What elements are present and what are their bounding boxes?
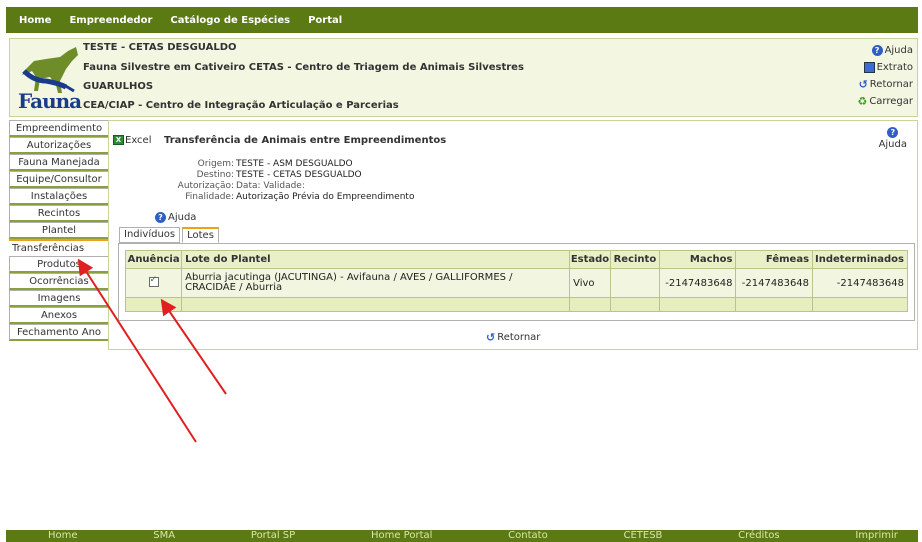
estado-cell: Vivo <box>569 268 611 298</box>
footer-nav: Home SMA Portal SP Home Portal Contato C… <box>6 530 918 542</box>
retornar-link[interactable]: ↺ Retornar <box>486 331 540 344</box>
header-extrato-link[interactable]: Extrato <box>857 59 913 76</box>
fauna-logo: Fauna <box>16 41 82 115</box>
help-icon: ? <box>155 212 166 223</box>
menu-recintos[interactable]: Recintos <box>9 205 109 222</box>
extrato-label: Extrato <box>876 62 913 73</box>
menu-plantel[interactable]: Plantel <box>9 222 109 239</box>
origem-label: Origem: <box>197 159 234 169</box>
tabs: Indivíduos Lotes <box>119 227 221 243</box>
return-icon: ↺ <box>858 78 868 91</box>
lote-cell: Aburria jacutinga (JACUTINGA) - Avifauna… <box>181 268 571 298</box>
footer-home-portal[interactable]: Home Portal <box>371 530 432 542</box>
main-panel: X Excel Transferência de Animais entre E… <box>108 120 918 350</box>
nav-home[interactable]: Home <box>19 15 51 26</box>
header-carregar-link[interactable]: ♻ Carregar <box>857 93 913 110</box>
empty-cell <box>181 297 571 312</box>
footer-sma[interactable]: SMA <box>153 530 175 542</box>
col-recinto: Recinto <box>609 250 660 269</box>
menu-autorizacoes[interactable]: Autorizações <box>9 137 109 154</box>
indeterminados-cell: -2147483648 <box>812 268 908 298</box>
menu-fauna-manejada[interactable]: Fauna Manejada <box>9 154 109 171</box>
col-estado: Estado <box>569 250 611 269</box>
main-help-link[interactable]: ? Ajuda <box>879 127 907 150</box>
excel-icon[interactable]: X <box>113 135 124 145</box>
menu-fechamento-ano[interactable]: Fechamento Ano <box>9 324 109 341</box>
retornar-label: Retornar <box>497 332 541 343</box>
reload-icon: ♻ <box>857 95 868 108</box>
empty-cell <box>812 297 908 312</box>
finalidade-label: Finalidade: <box>185 192 234 202</box>
recinto-cell <box>609 268 660 298</box>
machos-cell: -2147483648 <box>658 268 737 298</box>
ajuda-label: Ajuda <box>168 212 197 223</box>
empty-cell <box>124 297 183 312</box>
ajuda-link[interactable]: ? Ajuda <box>155 212 196 223</box>
excel-link[interactable]: Excel <box>125 135 152 146</box>
lotes-table: Anuência Lote do Plantel Estado Recinto … <box>124 250 908 312</box>
logo-text: Fauna <box>18 89 82 113</box>
femeas-cell: -2147483648 <box>735 268 814 298</box>
empty-cell <box>569 297 611 312</box>
top-nav: Home Empreendedor Catálogo de Espécies P… <box>6 7 918 33</box>
footer-portal-sp[interactable]: Portal SP <box>251 530 295 542</box>
footer-creditos[interactable]: Créditos <box>738 530 779 542</box>
help-icon: ? <box>887 127 899 138</box>
anuencia-cell <box>124 268 183 298</box>
header-ajuda-link[interactable]: ? Ajuda <box>857 42 913 59</box>
nav-portal[interactable]: Portal <box>308 15 342 26</box>
col-lote: Lote do Plantel <box>181 250 571 269</box>
menu-anexos[interactable]: Anexos <box>9 307 109 324</box>
autorizacao-label: Autorização: <box>177 181 234 191</box>
lotes-table-container: Anuência Lote do Plantel Estado Recinto … <box>118 243 915 321</box>
municipio: GUARULHOS <box>83 81 154 92</box>
header-links: ? Ajuda Extrato ↺ Retornar ♻ Carregar <box>857 42 913 110</box>
carregar-label: Carregar <box>869 96 913 107</box>
col-femeas: Fêmeas <box>735 250 814 269</box>
table-row: Aburria jacutinga (JACUTINGA) - Avifauna… <box>124 268 908 298</box>
header-retornar-link[interactable]: ↺ Retornar <box>857 76 913 93</box>
empreendimento-category: Fauna Silvestre em Cativeiro CETAS - Cen… <box>83 62 524 73</box>
transfer-info: Origem: TESTE - ASM DESGUALDO Destino: TES… <box>109 159 429 203</box>
destino-value: TESTE - CETAS DESGUALDO <box>236 170 362 180</box>
empty-cell <box>609 297 660 312</box>
header-panel: Fauna TESTE - CETAS DESGUALDO Fauna Silv… <box>9 38 918 117</box>
empty-cell <box>735 297 814 312</box>
col-indeterminados: Indeterminados <box>812 250 908 269</box>
extrato-icon <box>863 62 875 73</box>
origem-value: TESTE - ASM DESGUALDO <box>236 159 353 169</box>
help-icon: ? <box>871 45 883 56</box>
nav-catalogo[interactable]: Catálogo de Espécies <box>170 15 290 26</box>
ajuda-label: Ajuda <box>884 45 913 56</box>
col-machos: Machos <box>658 250 737 269</box>
footer-cetesb[interactable]: CETESB <box>623 530 662 542</box>
menu-empreendimento[interactable]: Empreendimento <box>9 120 109 137</box>
tab-lotes[interactable]: Lotes <box>182 227 219 243</box>
page-title: Transferência de Animais entre Empreendi… <box>164 135 447 146</box>
main-help-label: Ajuda <box>878 139 907 150</box>
empty-cell <box>658 297 737 312</box>
col-anuencia: Anuência <box>124 250 183 269</box>
finalidade-value: Autorização Prévia do Empreendimento <box>236 192 415 202</box>
table-footer-row <box>124 297 908 312</box>
menu-ocorrencias[interactable]: Ocorrências <box>9 273 109 290</box>
menu-equipe-consultor[interactable]: Equipe/Consultor <box>9 171 109 188</box>
footer-imprimir[interactable]: Imprimir <box>855 530 898 542</box>
menu-transferencias[interactable]: Transferências <box>9 239 109 256</box>
orgao: CEA/CIAP - Centro de Integração Articula… <box>83 100 399 111</box>
footer-contato[interactable]: Contato <box>508 530 548 542</box>
empreendimento-name: TESTE - CETAS DESGUALDO <box>83 42 237 53</box>
menu-imagens[interactable]: Imagens <box>9 290 109 307</box>
left-menu: Empreendimento Autorizações Fauna Maneja… <box>9 120 109 341</box>
footer-home[interactable]: Home <box>48 530 78 542</box>
return-icon: ↺ <box>486 331 496 344</box>
destino-label: Destino: <box>196 170 234 180</box>
menu-instalacoes[interactable]: Instalações <box>9 188 109 205</box>
autorizacao-value: Data: Validade: <box>236 181 305 191</box>
retornar-label: Retornar <box>869 79 913 90</box>
anuencia-checkbox[interactable] <box>148 275 159 287</box>
menu-produtos[interactable]: Produtos <box>9 256 109 273</box>
tab-individuos[interactable]: Indivíduos <box>119 227 181 243</box>
nav-empreendedor[interactable]: Empreendedor <box>69 15 152 26</box>
